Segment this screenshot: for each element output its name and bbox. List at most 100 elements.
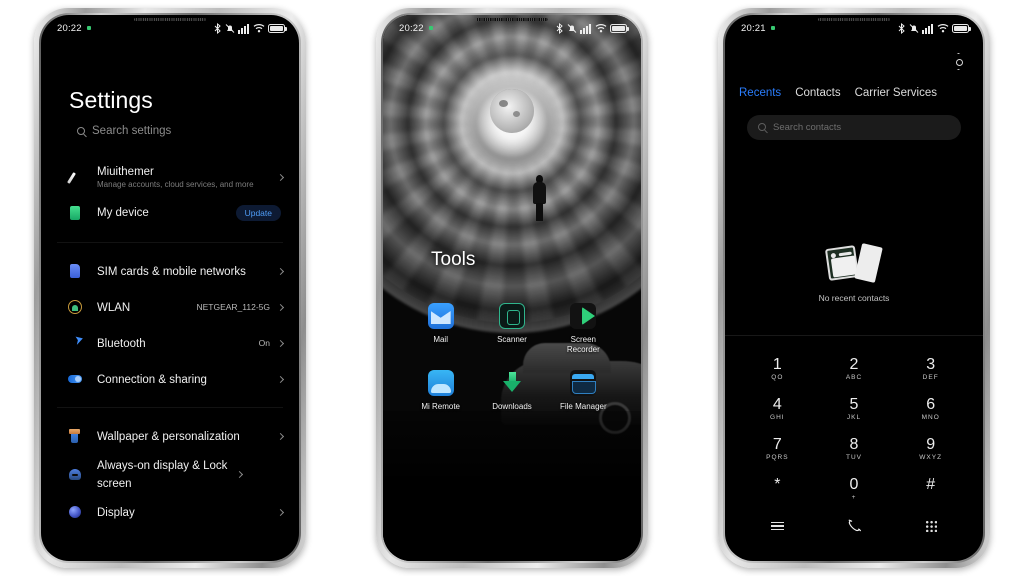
phone-settings: 20:22 Settings Search settings Miuitheme… bbox=[34, 8, 306, 568]
settings-row-wlan[interactable]: WLAN NETGEAR_112-5G bbox=[41, 289, 299, 325]
status-time: 20:22 bbox=[57, 22, 82, 34]
wallpaper bbox=[383, 15, 641, 561]
settings-row-display[interactable]: Display bbox=[41, 494, 299, 530]
key-digit: 4 bbox=[772, 396, 782, 413]
settings-row-lock-screen[interactable]: Always-on display & Lock screen bbox=[41, 454, 299, 494]
settings-list: Miuithemer Manage accounts, cloud servic… bbox=[41, 161, 299, 530]
call-handset-icon bbox=[848, 519, 861, 531]
phone-screen-home: 20:22 Tools Mail Scanner Screen Recorder… bbox=[383, 15, 641, 561]
status-bar-left: 20:22 bbox=[399, 23, 433, 34]
row-label: Wallpaper & personalization bbox=[97, 431, 240, 443]
app-label: Mi Remote bbox=[421, 402, 460, 411]
app-label: Downloads bbox=[492, 402, 532, 411]
key-digit: 1 bbox=[772, 356, 782, 373]
wifi-icon bbox=[937, 24, 948, 33]
list-divider bbox=[57, 407, 283, 408]
keypad-divider bbox=[725, 335, 983, 336]
gear-icon[interactable] bbox=[950, 53, 967, 70]
key-3[interactable]: 3 DEF bbox=[892, 347, 969, 387]
phone-bezel: 20:22 Tools Mail Scanner Screen Recorder… bbox=[381, 13, 643, 563]
row-value: On bbox=[258, 338, 270, 348]
key-digit: 6 bbox=[926, 396, 936, 413]
menu-icon bbox=[770, 521, 784, 531]
keypad-row-3: 7 PQRS 8 TUV 9 WXYZ bbox=[739, 427, 969, 467]
signal-icon bbox=[238, 23, 249, 34]
settings-row-miuithemer[interactable]: Miuithemer Manage accounts, cloud servic… bbox=[41, 161, 299, 194]
call-button[interactable] bbox=[816, 511, 893, 541]
status-time: 20:21 bbox=[741, 22, 766, 34]
search-icon bbox=[758, 123, 766, 131]
settings-row-wallpaper[interactable]: Wallpaper & personalization bbox=[41, 418, 299, 454]
screenshot-stage: 20:22 Settings Search settings Miuitheme… bbox=[0, 0, 1024, 576]
key-letters: JKL bbox=[846, 414, 862, 421]
screen-recorder-icon bbox=[570, 303, 597, 329]
tab-carrier-services[interactable]: Carrier Services bbox=[855, 87, 937, 99]
key-digit: 8 bbox=[849, 436, 859, 453]
app-mail[interactable]: Mail bbox=[411, 303, 471, 354]
key-hash[interactable]: # bbox=[892, 467, 969, 507]
search-placeholder: Search contacts bbox=[773, 122, 842, 133]
list-divider bbox=[57, 242, 283, 243]
privacy-dot-icon bbox=[428, 26, 433, 30]
wallpaper-ground bbox=[383, 411, 641, 561]
phone-bezel: 20:21 Recents Contacts Carrier Services bbox=[723, 13, 985, 563]
key-1[interactable]: 1 QO bbox=[739, 347, 816, 387]
notifications-muted-icon bbox=[225, 23, 234, 33]
key-letters: QO bbox=[771, 374, 784, 381]
status-time: 20:22 bbox=[399, 22, 424, 34]
key-2[interactable]: 2 ABC bbox=[816, 347, 893, 387]
settings-row-connection-sharing[interactable]: Connection & sharing bbox=[41, 361, 299, 397]
key-digit: 3 bbox=[926, 356, 936, 373]
tab-recents[interactable]: Recents bbox=[739, 87, 781, 99]
app-label: Scanner bbox=[497, 335, 527, 344]
key-letters: DEF bbox=[922, 374, 939, 381]
status-bar-right bbox=[214, 22, 287, 34]
app-mi-remote[interactable]: Mi Remote bbox=[411, 370, 471, 412]
search-contacts-input[interactable]: Search contacts bbox=[747, 115, 961, 140]
signal-icon bbox=[580, 23, 591, 34]
app-screen-recorder[interactable]: Screen Recorder bbox=[553, 303, 613, 354]
app-scanner[interactable]: Scanner bbox=[482, 303, 542, 354]
key-6[interactable]: 6 MNO bbox=[892, 387, 969, 427]
key-4[interactable]: 4 GHI bbox=[739, 387, 816, 427]
key-5[interactable]: 5 JKL bbox=[816, 387, 893, 427]
notifications-muted-icon bbox=[567, 23, 576, 33]
app-downloads[interactable]: Downloads bbox=[482, 370, 542, 412]
keypad-row-4: * 0 + # bbox=[739, 467, 969, 507]
display-icon bbox=[67, 504, 83, 520]
chevron-right-icon bbox=[276, 339, 285, 347]
settings-group-account: Miuithemer Manage accounts, cloud servic… bbox=[41, 161, 299, 232]
key-letters: PQRS bbox=[766, 454, 789, 461]
key-letters: MNO bbox=[921, 414, 940, 421]
row-label: SIM cards & mobile networks bbox=[97, 266, 246, 278]
wallpaper-moon bbox=[490, 89, 534, 133]
key-0[interactable]: 0 + bbox=[816, 467, 893, 507]
key-digit: 2 bbox=[849, 356, 859, 373]
row-label: Always-on display & Lock screen bbox=[97, 460, 228, 490]
app-label: Mail bbox=[433, 335, 448, 344]
key-star[interactable]: * bbox=[739, 467, 816, 507]
key-9[interactable]: 9 WXYZ bbox=[892, 427, 969, 467]
settings-row-sim-cards[interactable]: SIM cards & mobile networks bbox=[41, 253, 299, 289]
earpiece-speaker bbox=[476, 18, 548, 21]
tab-contacts[interactable]: Contacts bbox=[795, 87, 840, 99]
search-settings-input[interactable]: Search settings bbox=[77, 125, 171, 137]
update-badge[interactable]: Update bbox=[235, 205, 281, 221]
theme-brush-icon bbox=[67, 170, 83, 186]
settings-row-my-device[interactable]: My device Update bbox=[41, 194, 299, 232]
key-7[interactable]: 7 PQRS bbox=[739, 427, 816, 467]
settings-group-network: SIM cards & mobile networks WLAN NETGEAR… bbox=[41, 253, 299, 397]
no-contacts-cards-icon bbox=[824, 243, 883, 285]
menu-button[interactable] bbox=[739, 511, 816, 541]
dialpad-button[interactable] bbox=[892, 511, 969, 541]
app-file-manager[interactable]: File Manager bbox=[553, 370, 613, 412]
key-digit: 5 bbox=[849, 396, 859, 413]
key-letters: WXYZ bbox=[919, 454, 943, 461]
page-title: Settings bbox=[69, 87, 153, 113]
wallpaper-figure bbox=[531, 175, 547, 221]
settings-row-bluetooth[interactable]: Bluetooth On bbox=[41, 325, 299, 361]
keypad-row-1: 1 QO 2 ABC 3 DEF bbox=[739, 347, 969, 387]
row-label: Display bbox=[97, 507, 135, 519]
key-8[interactable]: 8 TUV bbox=[816, 427, 893, 467]
key-letters: + bbox=[851, 494, 857, 501]
